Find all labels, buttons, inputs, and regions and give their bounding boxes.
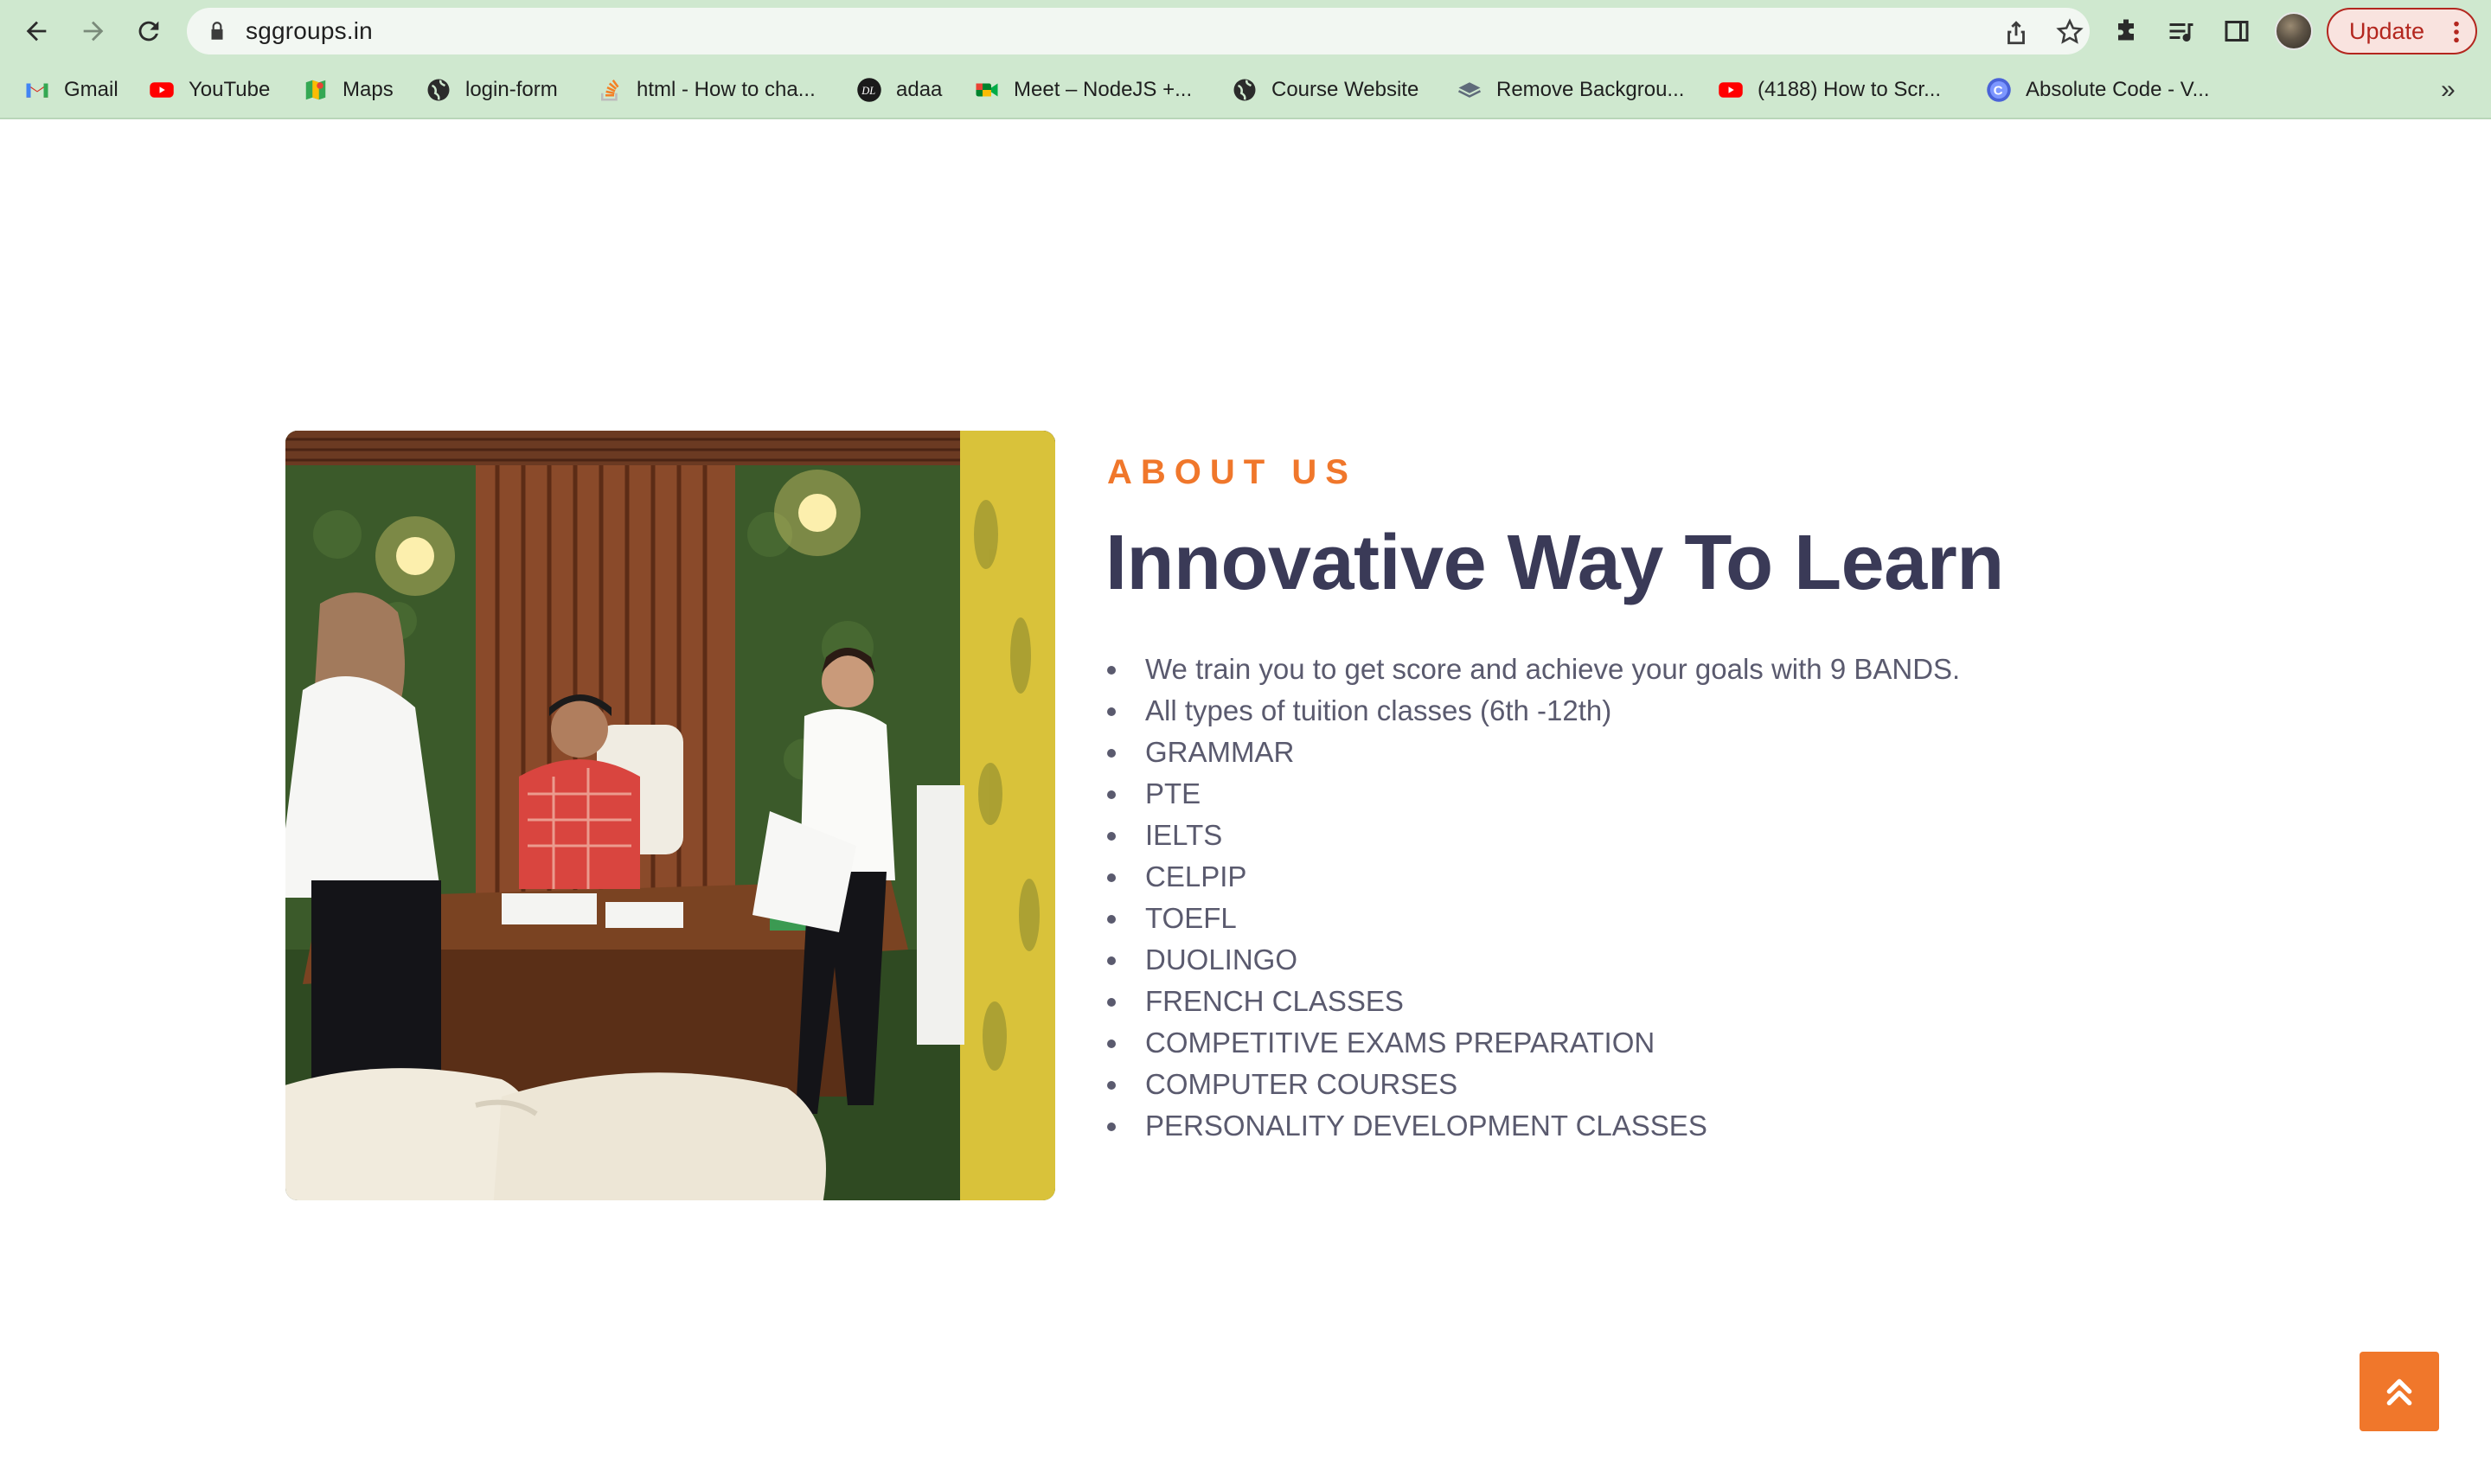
list-item: FRENCH CLASSES: [1107, 981, 2318, 1022]
extensions-icon[interactable]: [2110, 16, 2142, 47]
url-text: sggroups.in: [246, 17, 373, 44]
list-item: IELTS: [1107, 815, 2318, 856]
bookmark-gmail[interactable]: Gmail: [24, 69, 118, 111]
layers-icon: [1457, 77, 1482, 103]
list-item: TOEFL: [1107, 898, 2318, 939]
bookmark-label: html - How to cha...: [637, 78, 816, 101]
list-item: PERSONALITY DEVELOPMENT CLASSES: [1107, 1105, 2318, 1147]
svg-text:C: C: [1994, 84, 2003, 99]
youtube-icon: [149, 77, 175, 103]
address-bar[interactable]: sggroups.in: [187, 8, 2090, 54]
bookmark-label: Remove Backgrou...: [1496, 78, 1685, 101]
list-item: PTE: [1107, 773, 2318, 815]
bookmark-login-form[interactable]: login-form: [426, 69, 558, 111]
list-item: We train you to get score and achieve yo…: [1107, 649, 2318, 690]
bookmarks-overflow-button[interactable]: »: [2441, 69, 2456, 111]
bookmark-youtube-video[interactable]: (4188) How to Scr...: [1718, 69, 1941, 111]
absolute-code-icon: C: [1986, 77, 2012, 103]
list-item: CELPIP: [1107, 856, 2318, 898]
profile-avatar[interactable]: [2275, 12, 2313, 50]
list-item: All types of tuition classes (6th -12th): [1107, 690, 2318, 732]
bookmark-label: Gmail: [64, 78, 118, 101]
section-eyebrow: ABOUT US: [1107, 453, 1357, 491]
globe-icon: [426, 77, 451, 103]
more-menu-icon: [2454, 21, 2459, 43]
bookmark-label: login-form: [465, 78, 558, 101]
back-arrow-icon: [26, 21, 47, 42]
bookmark-label: Course Website: [1271, 78, 1419, 101]
feature-list: We train you to get score and achieve yo…: [1107, 649, 2318, 1147]
stackoverflow-icon: [597, 77, 623, 103]
lock-icon: [211, 22, 223, 40]
bookmark-label: (4188) How to Scr...: [1758, 78, 1942, 101]
bookmark-label: Meet – NodeJS +...: [1014, 78, 1193, 101]
bookmark-course-website[interactable]: Course Website: [1232, 69, 1418, 111]
bookmark-stackoverflow[interactable]: html - How to cha...: [597, 69, 816, 111]
browser-toolbar: sggroups.in Update: [0, 0, 2491, 62]
about-office-photo: [285, 431, 1055, 1200]
double-chevron-up-icon: [2386, 1378, 2412, 1405]
back-button[interactable]: [17, 12, 55, 50]
forward-button[interactable]: [74, 12, 112, 50]
maps-icon: [303, 77, 329, 103]
youtube-icon: [1718, 77, 1744, 103]
bookmark-label: YouTube: [189, 78, 271, 101]
share-icon[interactable]: [2001, 17, 2031, 47]
gmail-icon: [24, 77, 50, 103]
svg-text:DL: DL: [861, 85, 875, 97]
section-title: Innovative Way To Learn: [1105, 520, 2004, 606]
bookmark-absolute-code[interactable]: C Absolute Code - V...: [1986, 69, 2210, 111]
side-panel-icon[interactable]: [2221, 16, 2252, 47]
bookmark-meet[interactable]: Meet – NodeJS +...: [974, 69, 1192, 111]
meet-icon: [974, 77, 1000, 103]
browser-chrome: sggroups.in Update Gmail YouTube Maps lo…: [0, 0, 2491, 119]
globe-icon: [1232, 77, 1258, 103]
bookmark-label: Absolute Code - V...: [2026, 78, 2210, 101]
reload-icon: [138, 21, 159, 42]
update-label: Update: [2349, 17, 2425, 44]
bookmark-star-icon[interactable]: [2055, 17, 2084, 47]
list-item: COMPUTER COURSES: [1107, 1064, 2318, 1105]
back-to-top-button[interactable]: [2360, 1352, 2439, 1431]
bookmark-remove-background[interactable]: Remove Backgrou...: [1457, 69, 1684, 111]
reload-button[interactable]: [130, 12, 168, 50]
bookmarks-bar: Gmail YouTube Maps login-form html - How…: [0, 69, 2491, 111]
list-item: GRAMMAR: [1107, 732, 2318, 773]
media-control-icon[interactable]: [2166, 16, 2197, 47]
bookmark-maps[interactable]: Maps: [303, 69, 394, 111]
bookmark-adaa[interactable]: DL adaa: [856, 69, 942, 111]
list-item: DUOLINGO: [1107, 939, 2318, 981]
update-button[interactable]: Update: [2327, 8, 2477, 54]
bookmark-label: adaa: [896, 78, 943, 101]
list-item: COMPETITIVE EXAMS PREPARATION: [1107, 1022, 2318, 1064]
bookmark-label: Maps: [343, 78, 394, 101]
forward-arrow-icon: [83, 21, 104, 42]
bookmark-youtube[interactable]: YouTube: [149, 69, 270, 111]
dl-icon: DL: [856, 77, 882, 103]
